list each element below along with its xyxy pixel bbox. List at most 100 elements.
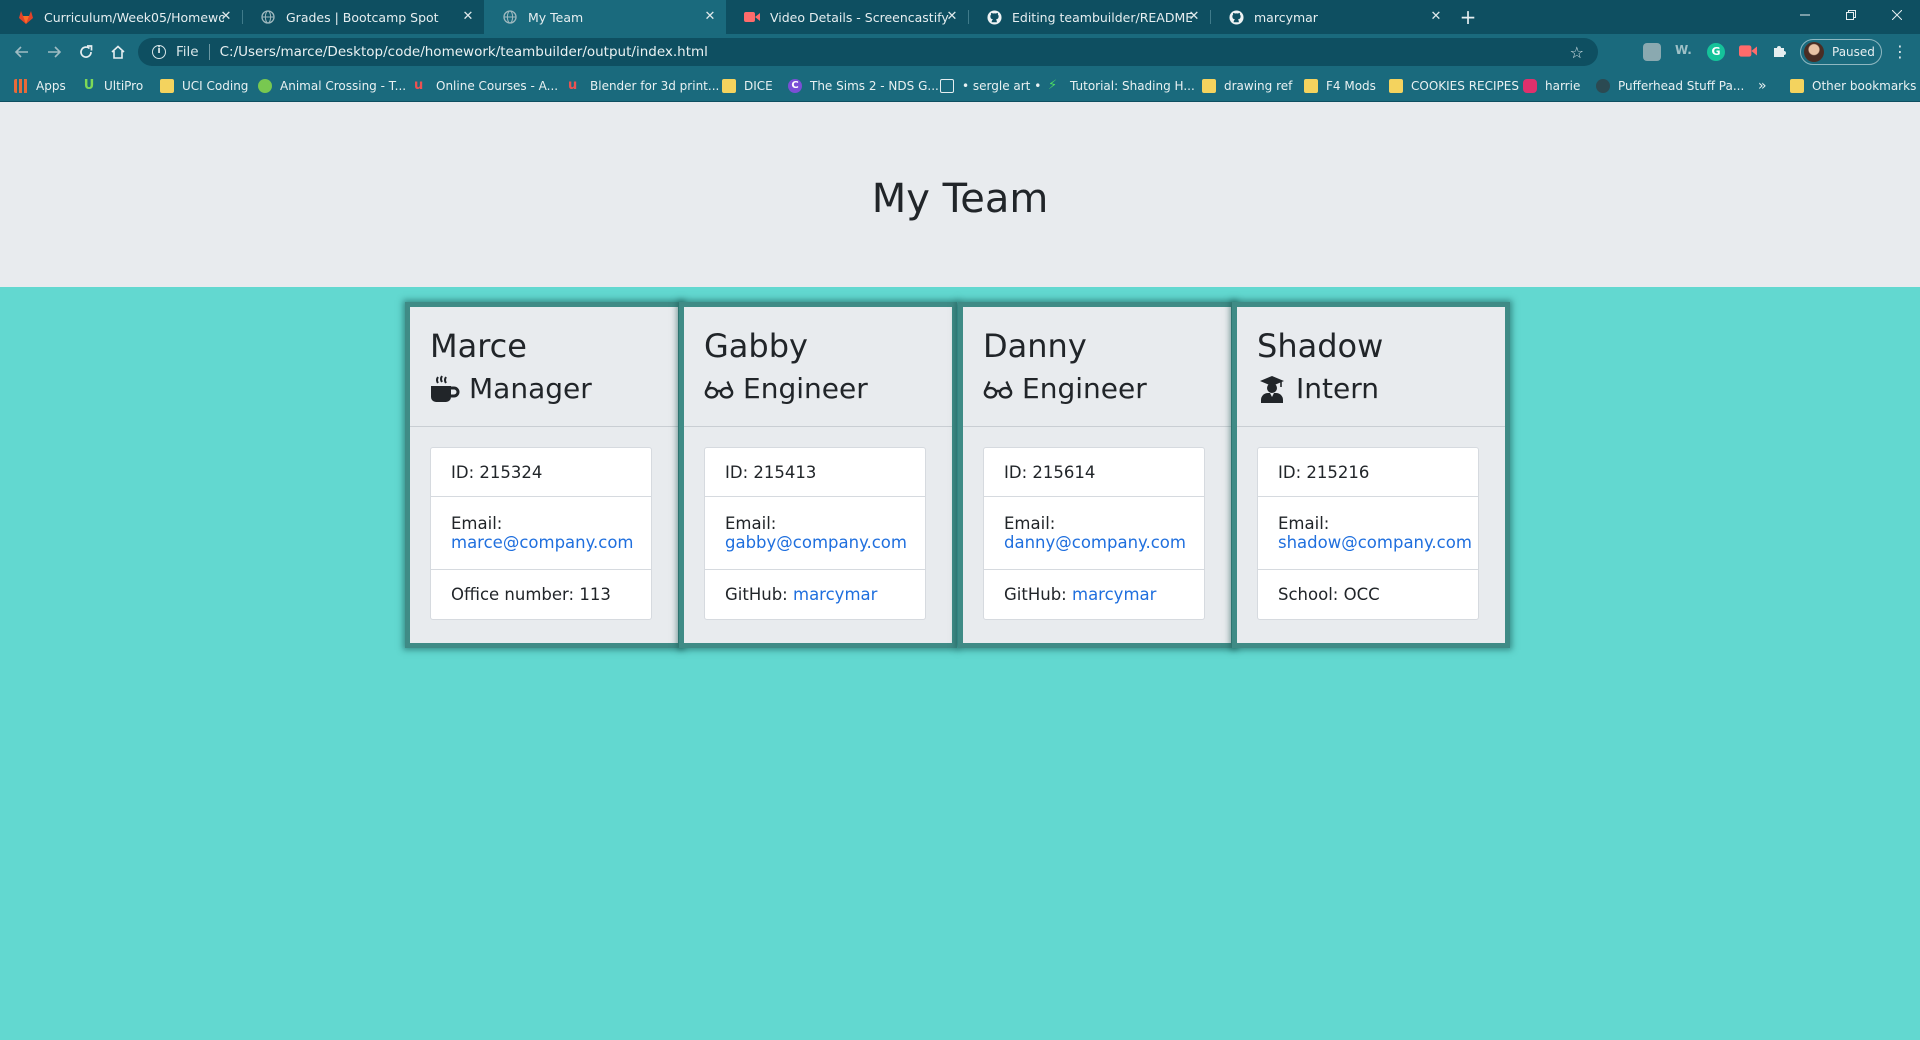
divider: [208, 44, 210, 60]
employee-name: Danny: [983, 327, 1087, 365]
bookmark-other-bookmarks[interactable]: Other bookmarks: [1790, 77, 1916, 95]
bookmark-label: UCI Coding: [182, 79, 249, 93]
bookmark-label: The Sims 2 - NDS G...: [810, 79, 939, 93]
screencastify-icon: [744, 9, 760, 25]
grammarly-icon[interactable]: G: [1707, 43, 1725, 61]
bookmark-drawing-ref[interactable]: drawing ref: [1202, 77, 1292, 95]
restore-button[interactable]: [1828, 0, 1874, 30]
close-icon[interactable]: ✕: [460, 9, 476, 25]
email-label: Email:: [1004, 514, 1056, 533]
close-icon[interactable]: ✕: [218, 9, 234, 25]
reload-button[interactable]: [74, 40, 98, 64]
folder-icon: [160, 79, 174, 93]
more-menu-icon[interactable]: ⋮: [1892, 44, 1908, 60]
employee-details: ID: 215614 Email: danny@company.com GitH…: [983, 447, 1205, 620]
office-number: 113: [579, 585, 611, 604]
card-header: Gabby Engineer: [684, 307, 952, 427]
email-link[interactable]: shadow@company.com: [1278, 533, 1472, 552]
email-label: Email:: [725, 514, 777, 533]
tab-marcymar[interactable]: marcymar ✕: [1210, 0, 1452, 34]
employee-role: Engineer: [704, 367, 952, 411]
close-icon[interactable]: ✕: [944, 9, 960, 25]
bookmark-shading-tutorial[interactable]: ⚡ Tutorial: Shading H...: [1048, 77, 1195, 95]
info-icon[interactable]: i: [152, 45, 166, 59]
page-title: My Team: [871, 175, 1049, 222]
leaf-icon: [258, 79, 272, 93]
extension-k-icon[interactable]: [1643, 43, 1661, 61]
extension-w-icon[interactable]: W.: [1675, 43, 1693, 61]
id-item: ID: 215216: [1258, 448, 1478, 497]
bookmark-label: UltiPro: [104, 79, 144, 93]
tab-my-team[interactable]: My Team ✕: [484, 0, 726, 34]
arrow-right-icon: [48, 46, 62, 58]
folder-icon: [1389, 79, 1403, 93]
bookmarks-overflow-button[interactable]: »: [1758, 77, 1767, 95]
employee-details: ID: 215413 Email: gabby@company.com GitH…: [704, 447, 926, 620]
employee-details: ID: 215216 Email: shadow@company.com Sch…: [1257, 447, 1479, 620]
folder-icon: [722, 79, 736, 93]
puffer-icon: [1596, 79, 1610, 93]
close-icon[interactable]: ✕: [702, 9, 718, 25]
email-item: Email: danny@company.com: [984, 497, 1204, 570]
role-label: Manager: [469, 372, 592, 405]
profile-status: Paused: [1832, 45, 1875, 59]
tab-editing-readme[interactable]: Editing teambuilder/README.md ✕: [968, 0, 1210, 34]
url-text[interactable]: C:/Users/marce/Desktop/code/homework/tea…: [220, 44, 708, 60]
close-icon[interactable]: ✕: [1428, 9, 1444, 25]
email-label: Email:: [1278, 514, 1330, 533]
ultipro-icon: U: [83, 78, 95, 93]
email-link[interactable]: marce@company.com: [451, 533, 634, 552]
folder-icon: [1790, 79, 1804, 93]
employee-role: Intern: [1257, 367, 1505, 411]
bookmark-online-courses[interactable]: u Online Courses - A...: [414, 77, 558, 95]
employee-details: ID: 215324 Email: marce@company.com Offi…: [430, 447, 652, 620]
role-label: Intern: [1296, 372, 1379, 405]
bookmark-ultipro[interactable]: U UltiPro: [82, 77, 143, 95]
employee-name: Gabby: [704, 327, 808, 365]
github-item: GitHub: marcymar: [984, 570, 1204, 619]
reload-icon: [80, 45, 93, 58]
employee-name: Shadow: [1257, 327, 1384, 365]
extensions-puzzle-icon[interactable]: [1771, 43, 1789, 61]
bookmark-pufferhead[interactable]: Pufferhead Stuff Pa...: [1596, 77, 1744, 95]
email-link[interactable]: danny@company.com: [1004, 533, 1186, 552]
email-link[interactable]: gabby@company.com: [725, 533, 907, 552]
bookmark-blender[interactable]: u Blender for 3d print...: [568, 77, 719, 95]
udemy-icon: u: [414, 78, 424, 93]
close-icon[interactable]: ✕: [1186, 9, 1202, 25]
employee-role: Engineer: [983, 367, 1231, 411]
screencastify-extension-icon[interactable]: [1739, 43, 1757, 61]
school-name: OCC: [1343, 585, 1380, 604]
bookmark-sims2[interactable]: C The Sims 2 - NDS G...: [788, 77, 939, 95]
email-item: Email: shadow@company.com: [1258, 497, 1478, 570]
github-icon: [986, 9, 1002, 25]
minimize-button[interactable]: [1782, 0, 1828, 30]
employee-id: ID: 215324: [451, 462, 543, 482]
bookmark-sergle-art[interactable]: • sergle art •: [940, 77, 1041, 95]
bookmark-apps[interactable]: Apps: [14, 77, 66, 95]
udemy-icon: u: [568, 78, 578, 93]
bookmark-animal-crossing[interactable]: Animal Crossing - T...: [258, 77, 406, 95]
github-label: GitHub:: [1004, 585, 1067, 604]
bookmark-uci-coding[interactable]: UCI Coding: [160, 77, 248, 95]
bookmark-cookies-recipes[interactable]: COOKIES RECIPES: [1389, 77, 1519, 95]
address-bar[interactable]: i File C:/Users/marce/Desktop/code/homew…: [138, 38, 1598, 66]
bookmark-star-icon[interactable]: ☆: [1570, 43, 1584, 62]
github-link[interactable]: marcymar: [1072, 585, 1156, 604]
bookmark-dice[interactable]: DICE: [722, 77, 773, 95]
bookmark-f4-mods[interactable]: F4 Mods: [1304, 77, 1376, 95]
school-item: School: OCC: [1258, 570, 1478, 619]
tab-grades[interactable]: Grades | Bootcamp Spot ✕: [242, 0, 484, 34]
forward-button[interactable]: [42, 40, 66, 64]
new-tab-button[interactable]: +: [1456, 5, 1480, 29]
profile-button[interactable]: Paused: [1800, 39, 1882, 65]
home-button[interactable]: [106, 40, 130, 64]
back-button[interactable]: [10, 40, 34, 64]
close-window-button[interactable]: [1874, 0, 1920, 30]
bookmark-harrie[interactable]: harrie: [1523, 77, 1580, 95]
tab-curriculum[interactable]: Curriculum/Week05/Homework/ ✕: [0, 0, 242, 34]
bookmark-label: Tutorial: Shading H...: [1070, 79, 1195, 93]
tab-screencastify[interactable]: Video Details - Screencastify ✕: [726, 0, 968, 34]
avatar: [1804, 42, 1824, 62]
github-link[interactable]: marcymar: [793, 585, 877, 604]
